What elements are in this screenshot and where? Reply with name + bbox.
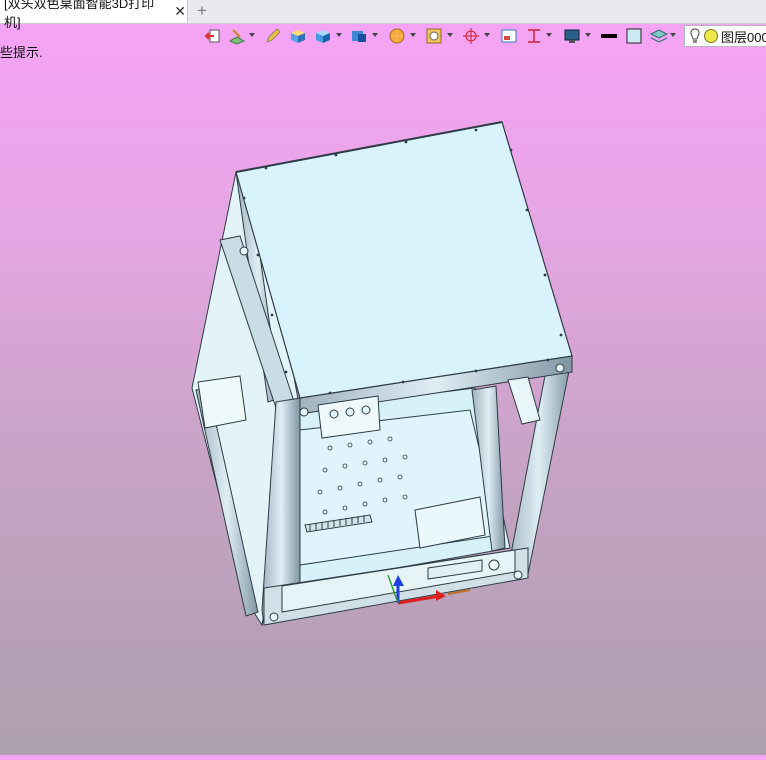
layers-icon[interactable] — [625, 27, 643, 45]
fill-color-icon[interactable] — [600, 27, 618, 45]
layer-stack-icon[interactable] — [650, 27, 668, 45]
printer-model — [191, 121, 573, 627]
close-icon[interactable]: ✕ — [173, 3, 187, 19]
layer-selector[interactable]: 图层000 — [684, 25, 766, 47]
tab-bar: [双头双色桌面智能3D打印机] ✕ + — [0, 0, 766, 30]
lightbulb-icon — [690, 28, 700, 43]
view-toolbar — [196, 24, 766, 48]
line-color-icon[interactable] — [563, 27, 581, 45]
frame-icon[interactable] — [462, 27, 480, 45]
sketch-icon[interactable] — [228, 27, 246, 45]
document-tab[interactable]: [双头双色桌面智能3D打印机] ✕ — [0, 0, 188, 30]
plus-icon[interactable]: + — [193, 1, 211, 20]
document-tab-title: [双头双色桌面智能3D打印机] — [4, 0, 155, 30]
pencil-icon[interactable] — [264, 27, 282, 45]
layer-name: 图层000 — [721, 29, 766, 45]
cube-view-icon[interactable] — [314, 27, 332, 45]
section-icon[interactable] — [500, 27, 518, 45]
exit-icon[interactable] — [204, 27, 222, 45]
render-style-icon[interactable] — [388, 27, 406, 45]
cube-display-icon[interactable] — [350, 27, 368, 45]
layer-color-dot — [704, 29, 718, 43]
box-shaded-icon[interactable] — [289, 27, 307, 45]
3d-viewport[interactable] — [0, 48, 766, 755]
target-icon[interactable] — [425, 27, 443, 45]
monitor-icon[interactable] — [525, 27, 543, 45]
